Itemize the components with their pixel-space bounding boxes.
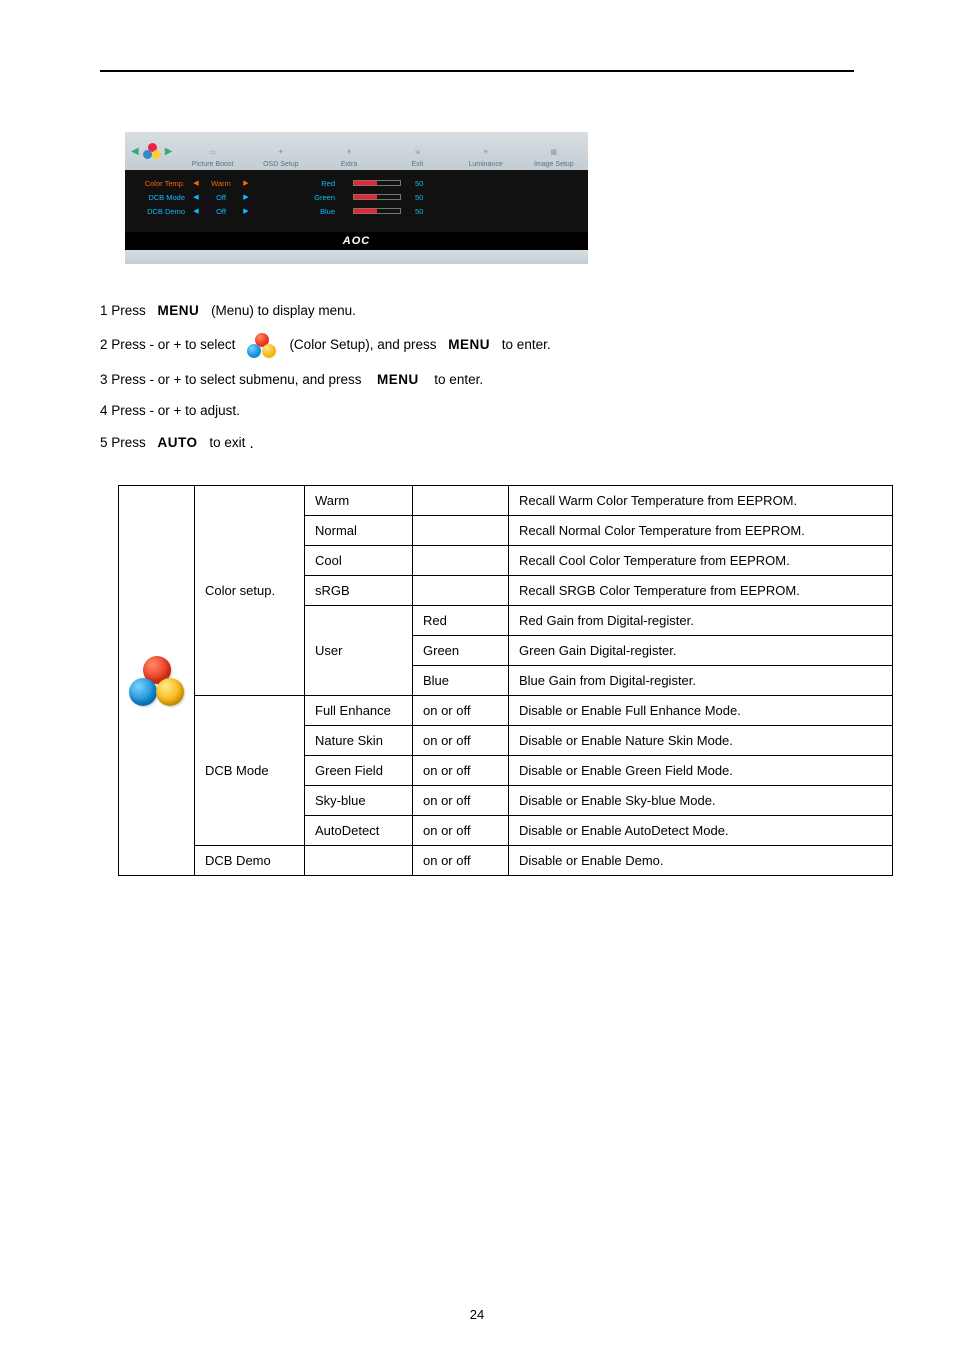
osd-body: Color Temp.◀Warm▶ Red50 DCB Mode◀Off▶ Gr…	[125, 170, 588, 232]
chevron-left-icon: ◀	[131, 146, 139, 157]
table-row: DCB ModeFull Enhanceon or offDisable or …	[119, 696, 893, 726]
osd-tab: ▦Image Setup	[528, 143, 580, 168]
chevron-right-icon: ▶	[165, 146, 173, 157]
osd-row: DCB Mode◀Off▶ Green50	[135, 190, 578, 204]
group-cell: DCB Demo	[195, 846, 305, 876]
menu-keyword: MENU	[377, 371, 419, 390]
osd-row: Color Temp.◀Warm▶ Red50	[135, 176, 578, 190]
osd-brand: AOC	[125, 232, 588, 250]
table-icon-cell	[119, 486, 195, 876]
osd-tab: ▭Picture Boost	[187, 143, 239, 168]
color-setup-icon	[143, 143, 161, 159]
document-page: ◀ ▶ ▭Picture Boost ✦OSD Setup ✶Extra ⇲Ex…	[0, 0, 954, 1350]
table-row: Color setup. Warm Recall Warm Color Temp…	[119, 486, 893, 516]
table-row: DCB Demoon or offDisable or Enable Demo.	[119, 846, 893, 876]
osd-tab-bar: ◀ ▶ ▭Picture Boost ✦OSD Setup ✶Extra ⇲Ex…	[125, 132, 588, 170]
osd-tab: ☀Luminance	[460, 143, 512, 168]
settings-table: Color setup. Warm Recall Warm Color Temp…	[118, 485, 854, 876]
step-1: 1 Press MENU (Menu) to display menu.	[100, 302, 854, 321]
color-setup-icon	[247, 333, 277, 359]
osd-footer	[125, 250, 588, 264]
osd-screenshot: ◀ ▶ ▭Picture Boost ✦OSD Setup ✶Extra ⇲Ex…	[125, 132, 588, 272]
color-setup-icon	[129, 656, 184, 706]
group-cell: DCB Mode	[195, 696, 305, 846]
osd-tab: ✶Extra	[323, 143, 375, 168]
menu-keyword: MENU	[448, 336, 490, 355]
osd-tab: ⇲Exit	[391, 143, 443, 168]
top-rule	[100, 70, 854, 72]
step-4: 4 Press - or + to adjust.	[100, 402, 854, 421]
menu-keyword: MENU	[158, 302, 200, 321]
page-number: 24	[0, 1307, 954, 1322]
step-3: 3 Press - or + to select submenu, and pr…	[100, 371, 854, 390]
osd-row: DCB Demo◀Off▶ Blue50	[135, 204, 578, 218]
step-2: 2 Press - or + to select (Color Setup), …	[100, 333, 854, 359]
osd-tab: ✦OSD Setup	[255, 143, 307, 168]
auto-keyword: AUTO	[158, 434, 198, 453]
group-cell: Color setup.	[195, 486, 305, 696]
step-5: 5 Press AUTO to exit.	[100, 433, 854, 455]
instruction-steps: 1 Press MENU (Menu) to display menu. 2 P…	[100, 302, 854, 455]
